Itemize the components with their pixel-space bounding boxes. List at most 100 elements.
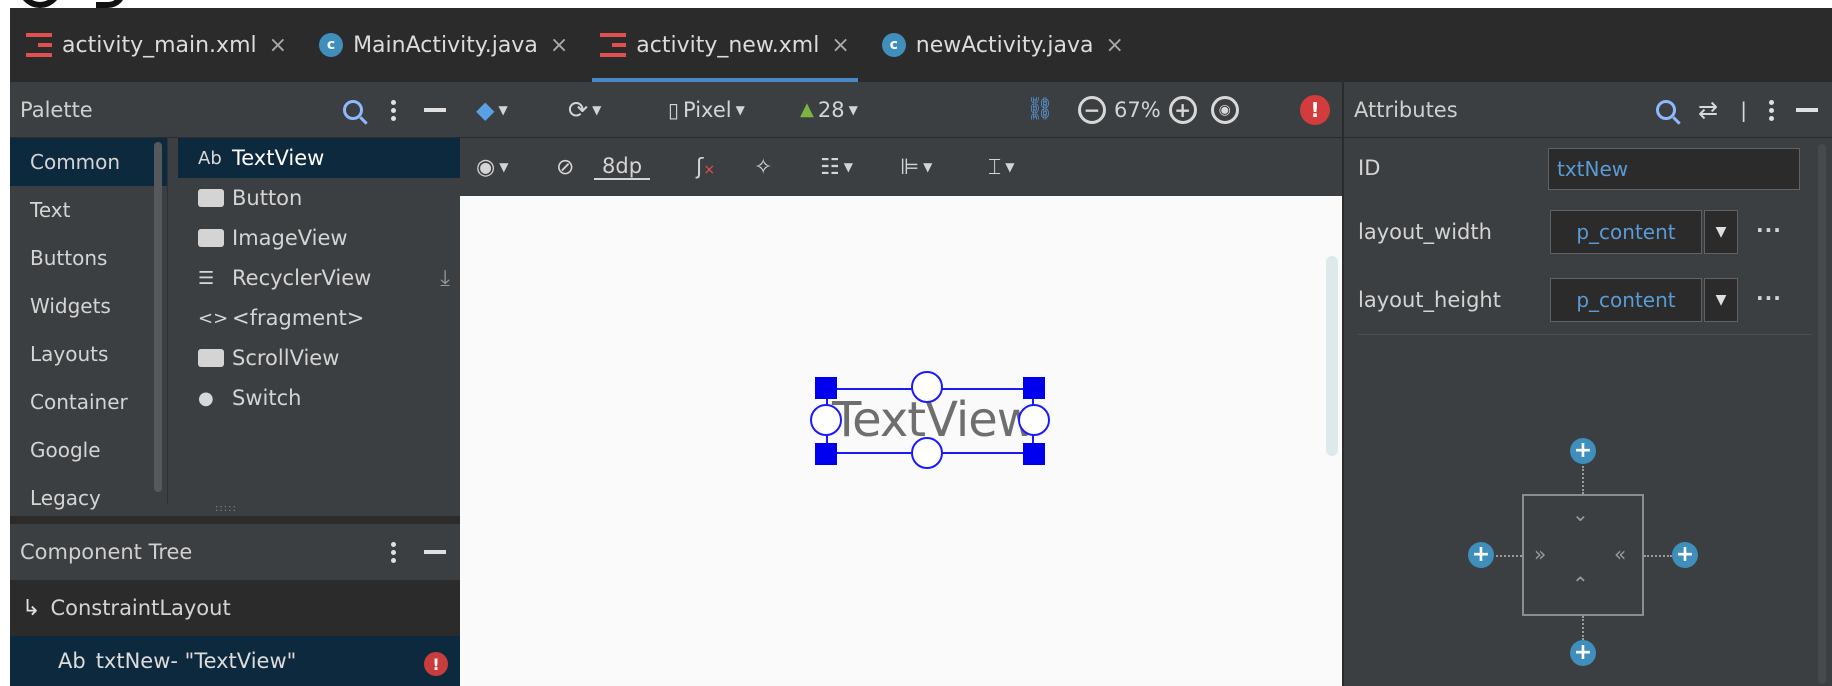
close-icon[interactable]: × — [550, 33, 568, 58]
palette-item-button[interactable]: Button — [178, 178, 460, 218]
palette-item-fragment[interactable]: <> <fragment> — [178, 298, 460, 338]
horizontal-wrap-left-icon[interactable]: » — [1534, 542, 1546, 566]
layout-width-field[interactable]: p_content — [1550, 210, 1702, 254]
category-google[interactable]: Google — [10, 426, 167, 474]
resize-handle-top-left[interactable] — [815, 377, 837, 399]
close-icon[interactable]: × — [269, 33, 287, 58]
layout-height-dropdown[interactable]: ▼ — [1704, 278, 1738, 322]
error-indicator[interactable]: ! — [1300, 94, 1330, 125]
categories-scrollbar[interactable] — [154, 142, 162, 492]
autoconnect-toggle[interactable]: ⊘ — [556, 155, 574, 180]
clear-constraints-icon: ʃ× — [696, 154, 716, 180]
tree-node-label: txtNew- "TextView" — [95, 649, 297, 673]
add-bottom-constraint-icon[interactable]: + — [1570, 640, 1596, 666]
resize-handle-top-right[interactable] — [1023, 377, 1045, 399]
magic-wand-icon: ✧ — [754, 154, 773, 180]
device-label: Pixel — [683, 97, 732, 122]
category-layouts[interactable]: Layouts — [10, 330, 167, 378]
infer-constraints-button[interactable]: ✧ — [754, 155, 772, 180]
id-field[interactable]: txtNew — [1548, 148, 1800, 190]
more-vert-icon[interactable] — [391, 541, 396, 563]
pack-button[interactable]: ☷ ▼ — [820, 155, 853, 180]
add-right-constraint-icon[interactable]: + — [1672, 542, 1698, 568]
tab-label: newActivity.java — [915, 32, 1094, 58]
layout-width-more-button[interactable]: ··· — [1756, 218, 1782, 242]
download-icon[interactable]: ⤓ — [440, 266, 450, 291]
error-icon: ! — [1300, 94, 1330, 125]
device-selector[interactable]: ▯ Pixel ▼ — [668, 98, 745, 122]
resize-grip[interactable]: ::::: — [215, 503, 237, 514]
close-icon[interactable]: × — [831, 33, 849, 58]
palette-item-switch[interactable]: ● Switch — [178, 378, 460, 418]
attributes-header: Attributes ⇄ | — [1344, 82, 1832, 138]
resize-handle-bottom-right[interactable] — [1023, 443, 1045, 465]
default-margin-button[interactable]: 8dp — [594, 154, 651, 180]
design-surface-button[interactable]: ◆ ▼ — [476, 96, 508, 124]
tab-newactivity-java[interactable]: c newActivity.java × — [866, 8, 1140, 82]
item-label: Switch — [232, 386, 302, 410]
guidelines-button[interactable]: ⌶ ▼ — [988, 155, 1014, 180]
minimize-icon[interactable] — [1796, 108, 1818, 112]
pack-icon: ☷ — [820, 154, 840, 180]
search-icon[interactable] — [1656, 100, 1677, 120]
xml-file-icon — [26, 33, 52, 57]
category-container[interactable]: Container — [10, 378, 167, 426]
vertical-wrap-bottom-icon[interactable]: ⌃ — [1572, 572, 1589, 596]
add-top-constraint-icon[interactable]: + — [1570, 438, 1596, 464]
clear-constraints-button[interactable]: ʃ× — [696, 155, 715, 180]
layout-height-field[interactable]: p_content — [1550, 278, 1702, 322]
list-icon: ☰ — [198, 267, 215, 289]
tab-activity-main-xml[interactable]: activity_main.xml × — [10, 8, 303, 82]
search-icon[interactable] — [343, 100, 363, 120]
guideline-icon: ⌶ — [988, 154, 1002, 180]
vertical-wrap-top-icon[interactable]: ⌄ — [1572, 502, 1589, 526]
constraint-anchor-right[interactable] — [1018, 404, 1050, 436]
java-class-icon: c — [881, 33, 906, 57]
component-tree-panel: Component Tree ↳ ConstraintLayout Ab txt… — [10, 524, 460, 686]
link-button[interactable]: ⛓ — [1026, 97, 1054, 122]
constraint-anchor-bottom[interactable] — [911, 437, 943, 469]
category-legacy[interactable]: Legacy — [10, 474, 167, 522]
palette-item-scrollview[interactable]: ScrollView — [178, 338, 460, 378]
palette-item-recyclerview[interactable]: ☰ RecyclerView ⤓ — [178, 258, 460, 298]
orientation-button[interactable]: ⟳ ▼ — [568, 96, 601, 124]
id-label: ID — [1358, 156, 1381, 180]
attributes-scrollbar[interactable] — [1818, 144, 1826, 684]
constraint-anchor-left[interactable] — [810, 404, 842, 436]
zoom-in-icon[interactable]: + — [1168, 95, 1197, 124]
view-options-button[interactable]: ◉ ▼ — [476, 155, 508, 180]
add-left-constraint-icon[interactable]: + — [1468, 542, 1494, 568]
zoom-fit-icon[interactable]: ◉ — [1210, 95, 1239, 124]
tab-mainactivity-java[interactable]: c MainActivity.java × — [303, 8, 584, 82]
constraint-anchor-top[interactable] — [911, 371, 943, 403]
resize-handle-bottom-left[interactable] — [815, 443, 837, 465]
tree-node-txtnew[interactable]: Ab txtNew- "TextView" ! — [10, 636, 460, 686]
minimize-icon[interactable] — [424, 108, 446, 112]
tree-node-root[interactable]: ↳ ConstraintLayout — [10, 580, 460, 636]
category-widgets[interactable]: Widgets — [10, 282, 167, 330]
more-vert-icon[interactable] — [391, 99, 396, 121]
horizontal-wrap-right-icon[interactable]: « — [1614, 542, 1626, 566]
close-icon[interactable]: × — [1106, 33, 1124, 58]
item-label: Button — [232, 186, 303, 210]
error-icon[interactable]: ! — [424, 652, 448, 676]
layout-height-more-button[interactable]: ··· — [1756, 286, 1782, 310]
swap-icon[interactable]: ⇄ — [1698, 98, 1718, 122]
panel-divider[interactable] — [10, 516, 460, 524]
android-icon: ▲ — [800, 99, 814, 120]
palette-item-textview[interactable]: Ab TextView — [178, 138, 460, 178]
palette-title: Palette — [20, 97, 93, 122]
category-buttons[interactable]: Buttons — [10, 234, 167, 282]
zoom-out-icon[interactable]: − — [1078, 95, 1106, 124]
minimize-icon[interactable] — [424, 550, 446, 554]
api-selector[interactable]: ▲ 28 ▼ — [800, 98, 858, 122]
more-vert-icon[interactable] — [1769, 99, 1774, 121]
tab-activity-new-xml[interactable]: activity_new.xml × — [584, 8, 866, 82]
code-icon: <> — [198, 307, 229, 329]
align-button[interactable]: ⊫ ▼ — [900, 155, 932, 180]
canvas-scrollbar[interactable] — [1326, 256, 1338, 456]
category-text[interactable]: Text — [10, 186, 167, 234]
layout-width-dropdown[interactable]: ▼ — [1704, 210, 1738, 254]
category-common[interactable]: Common — [10, 138, 167, 186]
palette-item-imageview[interactable]: ImageView — [178, 218, 460, 258]
